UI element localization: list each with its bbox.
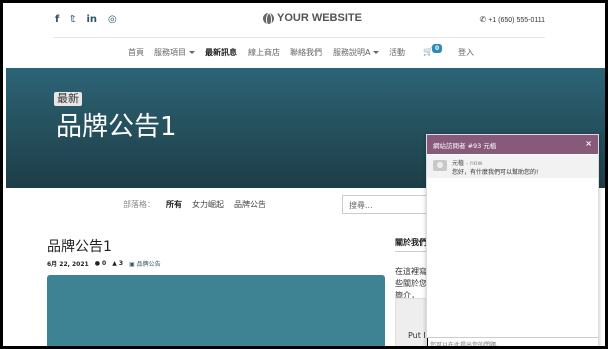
post-category-label: 品牌公告: [136, 261, 161, 268]
filter-all[interactable]: 所有: [166, 199, 182, 210]
chat-sender: 元植 - now: [452, 158, 482, 167]
sidebar-title: 關於我們: [395, 238, 427, 247]
livechat-window: 網站訪問者 #93 元植 × 元植 - now 您好，有什麼我們可以幫助您的! …: [426, 134, 599, 346]
post-date: 6月 22, 2021: [47, 261, 89, 268]
logo-text: YOUR WEBSITE: [277, 12, 362, 24]
main-nav: 首頁 服務項目 最新訊息 線上商店 聯絡我們 服務說明A 活動 登入: [3, 47, 605, 63]
phone-text: +1 (650) 555-0111: [488, 17, 545, 24]
views-value: 3: [118, 260, 124, 267]
livechat-header[interactable]: 網站訪問者 #93 元植 ×: [427, 135, 598, 154]
comments-count: ● 0: [94, 260, 107, 267]
social-links: f 𝕥 in ◎: [55, 14, 117, 26]
nav-item-service-info-label: 服務說明A: [333, 48, 371, 57]
post-title[interactable]: 品牌公告1: [47, 236, 112, 256]
facebook-icon[interactable]: f: [55, 14, 59, 26]
top-bar: f 𝕥 in ◎ YOUR WEBSITE ✆ +1 (650) 555-0111: [3, 3, 605, 39]
chat-sender-name: 元植: [452, 160, 465, 167]
blog-filter-label: 部落格：: [123, 200, 155, 209]
nav-item-service-info[interactable]: 服務說明A: [333, 47, 380, 58]
header-divider: [53, 37, 545, 38]
comments-value: 0: [102, 260, 107, 267]
nav-item-events[interactable]: 活動: [389, 47, 405, 58]
twitter-icon[interactable]: 𝕥: [70, 14, 75, 26]
chat-message: 元植 - now 您好，有什麼我們可以幫助您的!: [427, 155, 598, 178]
chat-message-text: 您好，有什麼我們可以幫助您的!: [452, 169, 539, 176]
nav-item-services[interactable]: 服務項目: [154, 47, 195, 58]
views-count: ▲ 3: [112, 260, 124, 267]
nav-item-home[interactable]: 首頁: [128, 47, 144, 58]
phone-number[interactable]: ✆ +1 (650) 555-0111: [480, 15, 545, 24]
camera-icon: [433, 160, 447, 171]
chat-time: - now: [464, 160, 483, 167]
browser-frame: f 𝕥 in ◎ YOUR WEBSITE ✆ +1 (650) 555-0111…: [0, 0, 608, 349]
chevron-down-icon: [373, 51, 380, 54]
filter-brand-news[interactable]: 品牌公告: [234, 199, 266, 210]
cart-count-badge: 0: [432, 44, 443, 53]
site-logo[interactable]: YOUR WEBSITE: [263, 12, 362, 26]
nav-item-services-label: 服務項目: [154, 48, 186, 57]
sidebar-box-text: Put I: [408, 331, 426, 340]
search-input[interactable]: 搜尋...: [342, 195, 432, 214]
nav-item-contact[interactable]: 聯絡我們: [290, 47, 322, 58]
post-cover-image[interactable]: [47, 275, 385, 346]
nav-item-news[interactable]: 最新訊息: [205, 47, 237, 58]
close-icon[interactable]: ×: [585, 139, 592, 148]
filter-women-rise[interactable]: 女力崛起: [192, 199, 224, 210]
post-meta: 6月 22, 2021 ● 0 ▲ 3 ▣ 品牌公告: [47, 259, 161, 268]
globe-icon: [263, 12, 274, 26]
instagram-icon[interactable]: ◎: [108, 14, 117, 26]
chevron-down-icon: [189, 51, 195, 54]
post-category[interactable]: ▣ 品牌公告: [129, 259, 161, 268]
nav-item-shop[interactable]: 線上商店: [248, 47, 280, 58]
linkedin-icon[interactable]: in: [86, 14, 97, 26]
hero-tag: 最新: [54, 92, 82, 106]
page-title: 品牌公告1: [56, 112, 177, 142]
phone-icon: ✆: [479, 15, 487, 24]
livechat-title: 網站訪問者 #93 元植: [433, 142, 497, 150]
nav-item-login[interactable]: 登入: [458, 47, 474, 58]
chat-input[interactable]: 您可以在此提出您的問題。: [427, 337, 598, 346]
